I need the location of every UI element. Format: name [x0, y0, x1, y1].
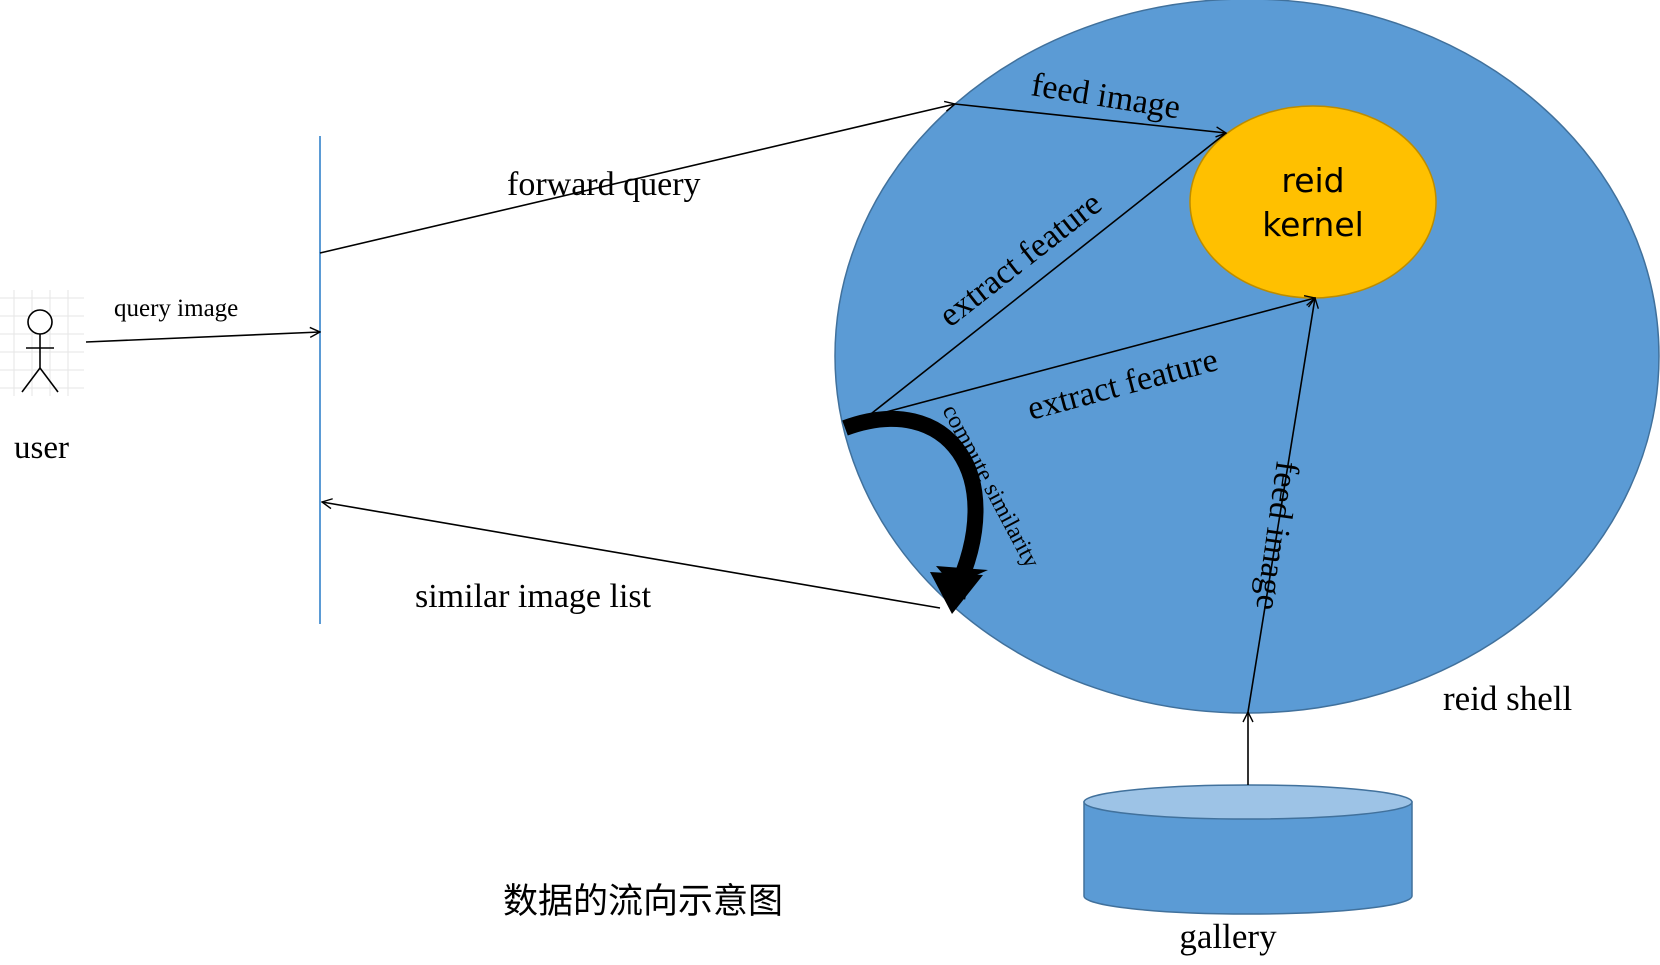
- label-query-image: query image: [114, 295, 238, 322]
- kernel-label-line2: kernel: [1262, 205, 1364, 244]
- reid-kernel: [1189, 105, 1437, 299]
- data-flow-diagram: user reid kernel gallery reid shell quer…: [0, 0, 1660, 956]
- stick-figure-icon: [21, 309, 59, 393]
- label-similar-image-list: similar image list: [415, 578, 652, 615]
- label-forward-query: forward query: [507, 166, 701, 203]
- actor-grid: [0, 290, 84, 396]
- gallery-label: gallery: [1179, 917, 1277, 956]
- gallery-database: [1083, 784, 1413, 915]
- shell-label: reid shell: [1443, 679, 1573, 718]
- actor-label: user: [14, 430, 69, 466]
- diagram-caption: 数据的流向示意图: [503, 882, 783, 922]
- reid-shell: [834, 0, 1660, 714]
- edge-query-image: [85, 332, 320, 343]
- kernel-label-line1: reid: [1281, 161, 1344, 200]
